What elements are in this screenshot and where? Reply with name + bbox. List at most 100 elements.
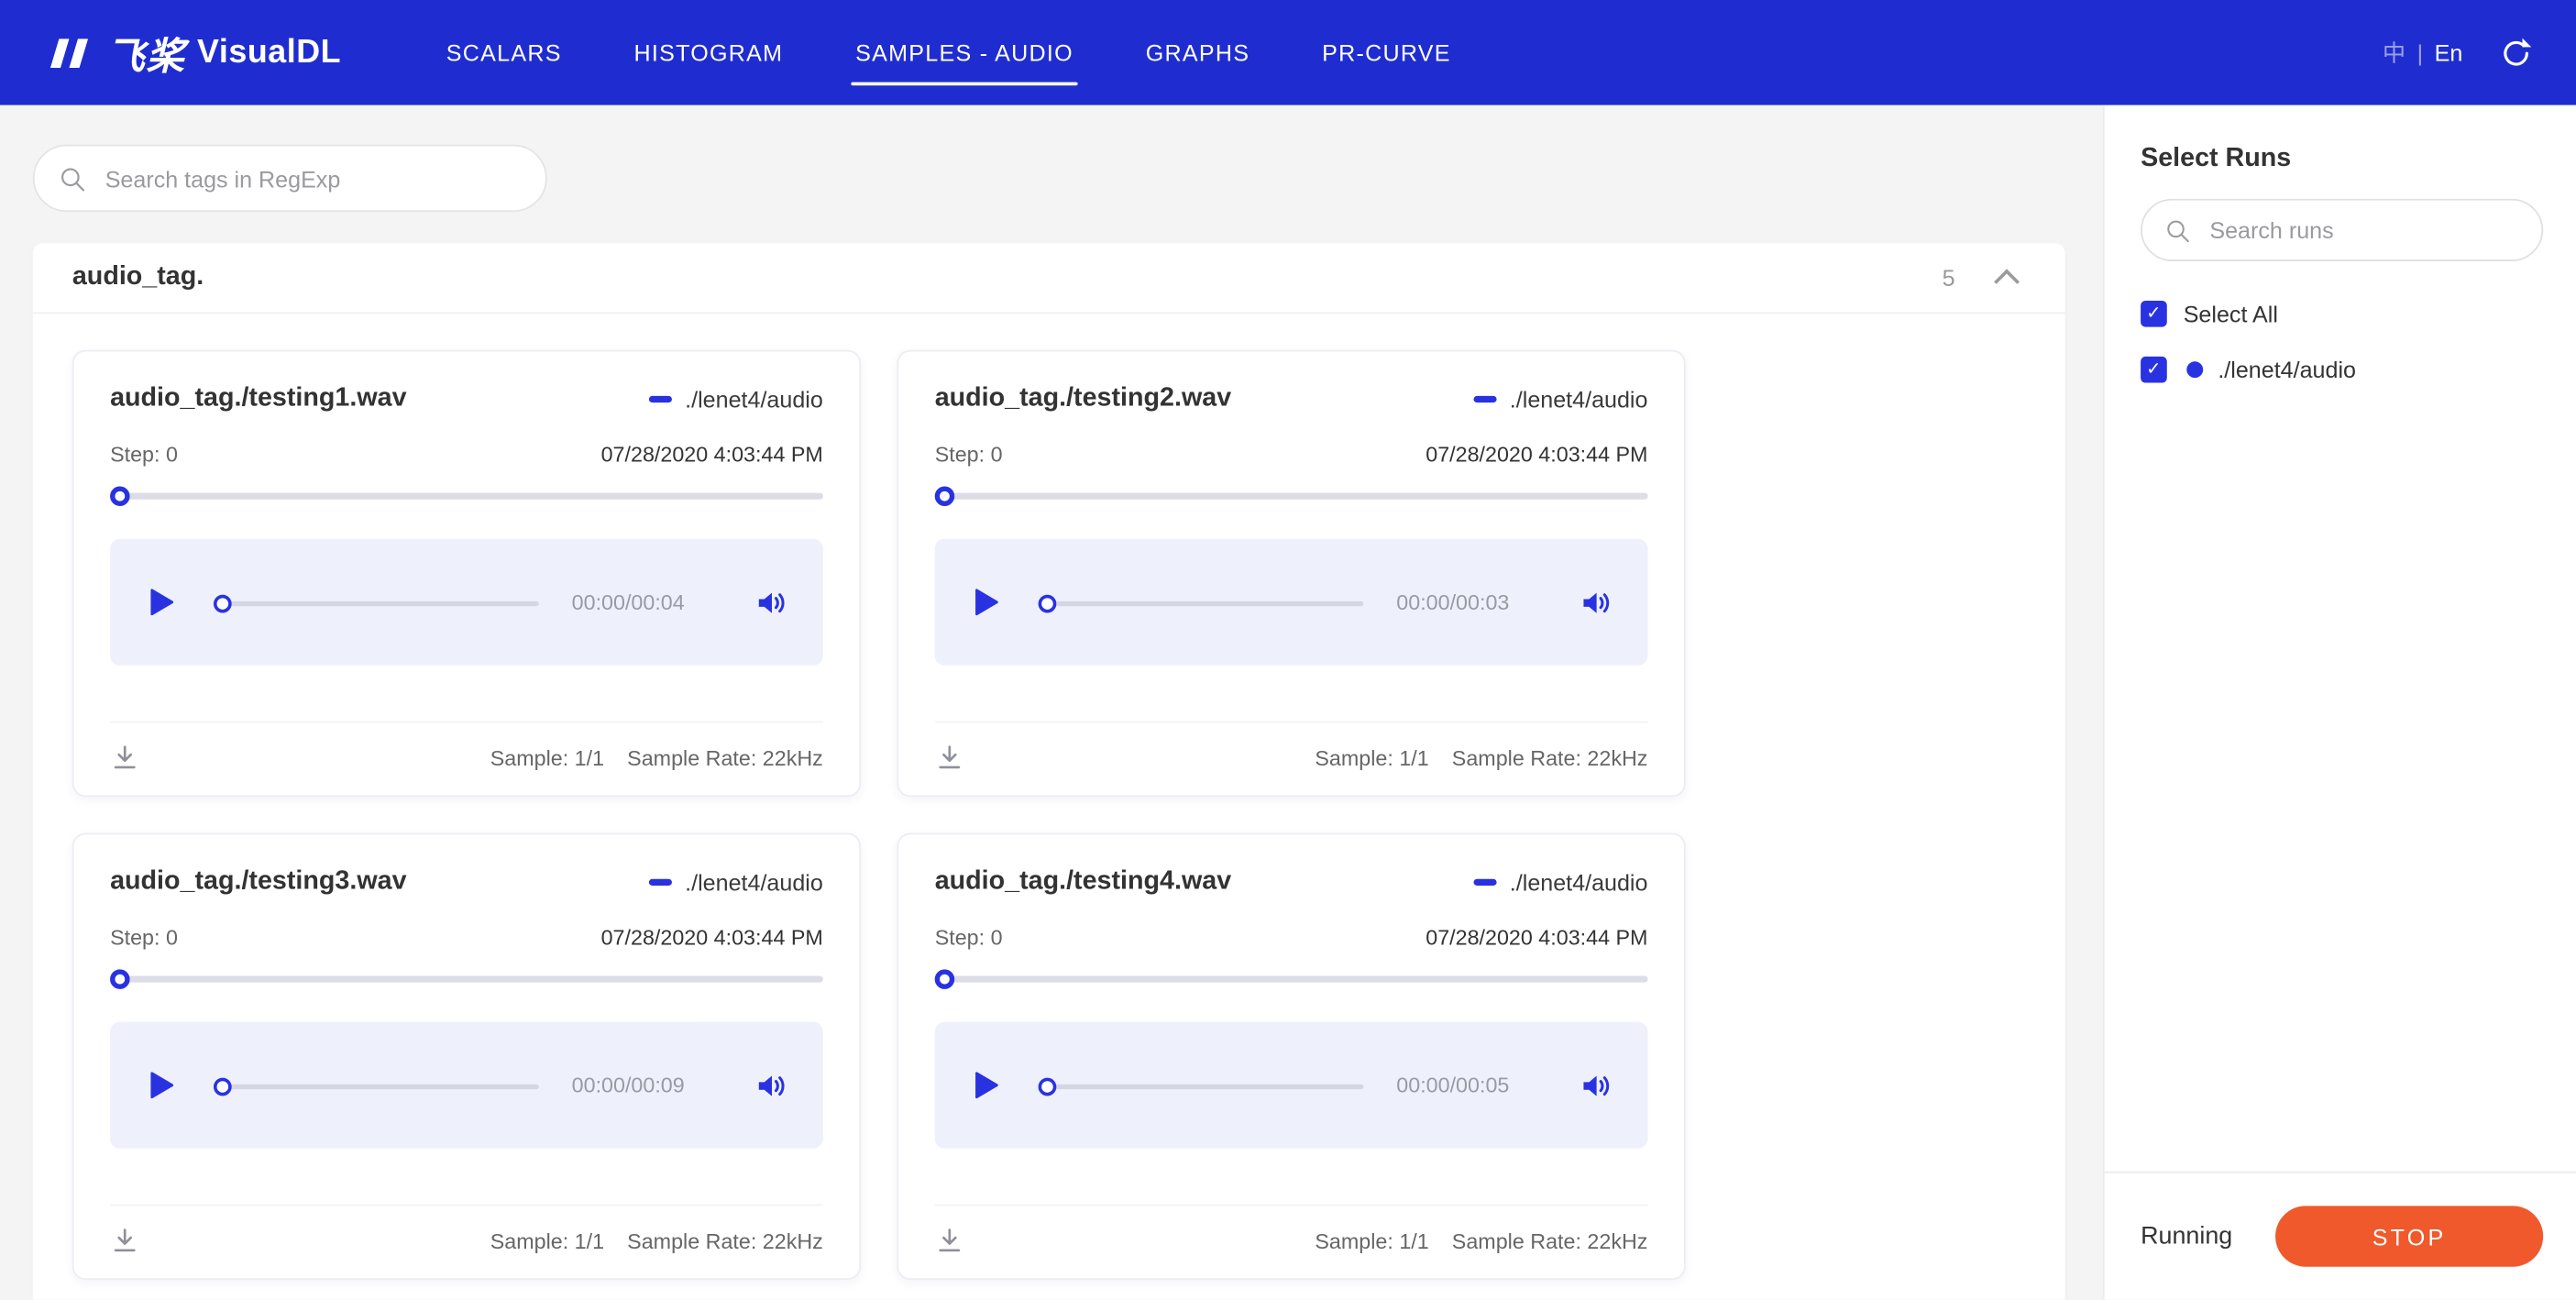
run-name: ./lenet4/audio bbox=[685, 869, 823, 896]
search-runs-box bbox=[2141, 198, 2544, 261]
step-slider-track bbox=[110, 975, 823, 983]
progress-handle[interactable] bbox=[1038, 1076, 1057, 1096]
volume-icon[interactable] bbox=[754, 586, 787, 619]
progress-slider[interactable] bbox=[213, 592, 539, 612]
step-slider-handle[interactable] bbox=[934, 486, 955, 506]
progress-handle[interactable] bbox=[1038, 593, 1057, 612]
search-runs-input[interactable] bbox=[2206, 215, 2521, 246]
sidebar-footer: Running STOP bbox=[2104, 1171, 2576, 1300]
select-all-label: Select All bbox=[2183, 300, 2278, 327]
download-icon[interactable] bbox=[110, 743, 139, 772]
lang-zh[interactable]: 中 bbox=[2383, 36, 2405, 69]
time-display: 00:00/00:09 bbox=[571, 1073, 685, 1098]
play-button[interactable] bbox=[974, 1071, 999, 1099]
audio-card: audio_tag./testing2.wav ./lenet4/audio S… bbox=[897, 349, 1686, 798]
nav-menu: SCALARS HISTOGRAM SAMPLES - AUDIO GRAPHS… bbox=[446, 0, 1451, 105]
step-slider-track bbox=[934, 975, 1648, 983]
step-slider-handle[interactable] bbox=[934, 969, 955, 989]
sample-rate: Sample Rate: 22kHz bbox=[627, 744, 823, 770]
download-icon[interactable] bbox=[935, 1226, 964, 1255]
progress-slider[interactable] bbox=[1038, 592, 1364, 612]
language-toggle: 中 | En bbox=[2383, 36, 2462, 69]
run-name: ./lenet4/audio bbox=[685, 386, 823, 413]
step-slider-handle[interactable] bbox=[110, 969, 130, 989]
time-display: 00:00/00:04 bbox=[571, 589, 685, 615]
volume-icon[interactable] bbox=[754, 1069, 787, 1102]
run-color-dot bbox=[2186, 361, 2204, 379]
chevron-up-icon[interactable] bbox=[1994, 269, 2020, 295]
search-icon bbox=[58, 163, 87, 193]
step-label: Step: 0 bbox=[110, 924, 178, 950]
sample-rate: Sample Rate: 22kHz bbox=[627, 1228, 823, 1253]
step-slider[interactable] bbox=[934, 969, 1648, 989]
run-color-dash bbox=[1473, 395, 1497, 403]
sample-count: Sample: 1/1 bbox=[1315, 744, 1429, 770]
sample-rate: Sample Rate: 22kHz bbox=[1451, 744, 1648, 770]
run-checkbox[interactable]: ✓ bbox=[2141, 356, 2167, 383]
audio-player: 00:00/00:05 bbox=[934, 1021, 1648, 1149]
progress-slider[interactable] bbox=[213, 1075, 539, 1096]
status-text: Running bbox=[2141, 1222, 2233, 1250]
download-icon[interactable] bbox=[110, 1226, 139, 1255]
sample-count: Sample: 1/1 bbox=[490, 1228, 605, 1253]
step-slider[interactable] bbox=[110, 969, 823, 989]
volume-icon[interactable] bbox=[1579, 1069, 1612, 1102]
sidebar-title: Select Runs bbox=[2141, 144, 2292, 173]
nav-item-pr-curve[interactable]: PR-CURVE bbox=[1322, 0, 1451, 105]
stop-button[interactable]: STOP bbox=[2275, 1206, 2544, 1267]
run-name: ./lenet4/audio bbox=[1509, 386, 1648, 413]
timestamp: 07/28/2020 4:03:44 PM bbox=[600, 442, 823, 467]
progress-track bbox=[1052, 600, 1364, 606]
search-tags-input[interactable] bbox=[102, 163, 523, 193]
step-label: Step: 0 bbox=[934, 442, 1003, 467]
audio-title: audio_tag./testing2.wav bbox=[934, 384, 1232, 413]
paddle-logo-icon bbox=[46, 36, 95, 71]
navbar-right: 中 | En bbox=[2383, 36, 2533, 71]
search-icon bbox=[2163, 216, 2191, 244]
logo-name: VisualDL bbox=[197, 33, 342, 71]
select-all-row: ✓ Select All bbox=[2141, 300, 2576, 327]
step-slider[interactable] bbox=[110, 486, 823, 506]
step-label: Step: 0 bbox=[110, 442, 178, 467]
time-display: 00:00/00:05 bbox=[1396, 1073, 1510, 1098]
audio-tag-panel: audio_tag. 5 audio_tag./testing1.wav ./l… bbox=[32, 243, 2065, 1300]
select-all-checkbox[interactable]: ✓ bbox=[2141, 300, 2167, 327]
volume-icon[interactable] bbox=[1579, 586, 1612, 619]
sample-count: Sample: 1/1 bbox=[490, 744, 605, 770]
progress-track bbox=[1052, 1083, 1364, 1089]
play-button[interactable] bbox=[974, 589, 999, 616]
run-color-dash bbox=[648, 878, 672, 886]
play-button[interactable] bbox=[149, 1071, 174, 1099]
panel-header: audio_tag. 5 bbox=[32, 243, 2065, 314]
logo-mark: 飞桨 bbox=[106, 34, 186, 78]
run-label: ./lenet4/audio bbox=[2218, 356, 2357, 383]
play-button[interactable] bbox=[149, 589, 174, 616]
timestamp: 07/28/2020 4:03:44 PM bbox=[1426, 924, 1648, 950]
progress-slider[interactable] bbox=[1038, 1075, 1364, 1096]
audio-player: 00:00/00:09 bbox=[110, 1021, 823, 1149]
tag-count: 5 bbox=[1942, 264, 1955, 292]
lang-en[interactable]: En bbox=[2435, 39, 2463, 66]
nav-item-samples-audio[interactable]: SAMPLES - AUDIO bbox=[850, 0, 1078, 105]
step-slider-handle[interactable] bbox=[110, 486, 130, 506]
timestamp: 07/28/2020 4:03:44 PM bbox=[600, 924, 823, 950]
refresh-icon[interactable] bbox=[2499, 36, 2534, 71]
audio-player: 00:00/00:04 bbox=[110, 538, 823, 666]
top-navbar: 飞桨 VisualDL SCALARS HISTOGRAM SAMPLES - … bbox=[0, 0, 2576, 105]
main-content: audio_tag. 5 audio_tag./testing1.wav ./l… bbox=[0, 105, 2103, 1300]
step-slider[interactable] bbox=[934, 486, 1648, 506]
nav-item-histogram[interactable]: HISTOGRAM bbox=[634, 0, 784, 105]
step-label: Step: 0 bbox=[934, 924, 1003, 950]
step-slider-track bbox=[934, 492, 1648, 500]
progress-handle[interactable] bbox=[213, 593, 232, 612]
download-icon[interactable] bbox=[935, 743, 964, 772]
run-color-dash bbox=[648, 395, 672, 403]
visualdl-logo: 飞桨 VisualDL bbox=[46, 25, 341, 81]
sample-count: Sample: 1/1 bbox=[1315, 1228, 1429, 1253]
nav-item-scalars[interactable]: SCALARS bbox=[446, 0, 562, 105]
progress-handle[interactable] bbox=[213, 1076, 232, 1096]
audio-title: audio_tag./testing1.wav bbox=[110, 384, 407, 413]
progress-track bbox=[228, 600, 539, 606]
run-color-dash bbox=[1473, 878, 1497, 886]
nav-item-graphs[interactable]: GRAPHS bbox=[1146, 0, 1249, 105]
